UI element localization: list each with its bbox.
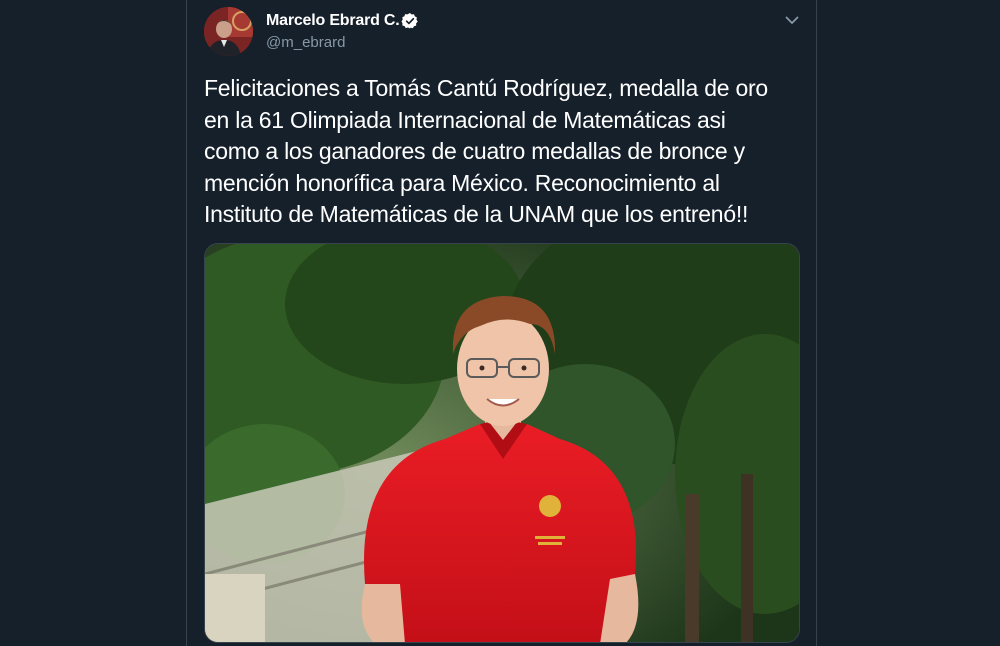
author-avatar[interactable] — [204, 7, 253, 56]
timeline-column: Marcelo Ebrard C. @m_ebrard Felicitacion… — [186, 0, 817, 646]
tweet-photo[interactable] — [204, 243, 800, 643]
tweet-text-line: como a los ganadores de cuatro medallas … — [204, 138, 745, 165]
author-name[interactable]: Marcelo Ebrard C. — [266, 12, 400, 30]
photo-student-red-shirt — [205, 244, 799, 642]
tweet-text-line: en la 61 Olimpiada Internacional de Mate… — [204, 106, 726, 133]
verified-badge-icon — [401, 13, 418, 29]
tweet-text: Felicitaciones a Tomás Cantú Rodríguez, … — [204, 73, 804, 231]
tweet[interactable]: Marcelo Ebrard C. @m_ebrard Felicitacion… — [187, 0, 816, 646]
tweet-text-line: Instituto de Matemáticas de la UNAM que … — [204, 201, 749, 228]
author-handle[interactable]: @m_ebrard — [266, 34, 345, 51]
avatar-image — [204, 7, 253, 56]
chevron-down-icon[interactable] — [782, 10, 802, 30]
tweet-text-line: Felicitaciones a Tomás Cantú Rodríguez, … — [204, 75, 768, 101]
tweet-text-line: mención honorífica para México. Reconoci… — [204, 169, 720, 196]
